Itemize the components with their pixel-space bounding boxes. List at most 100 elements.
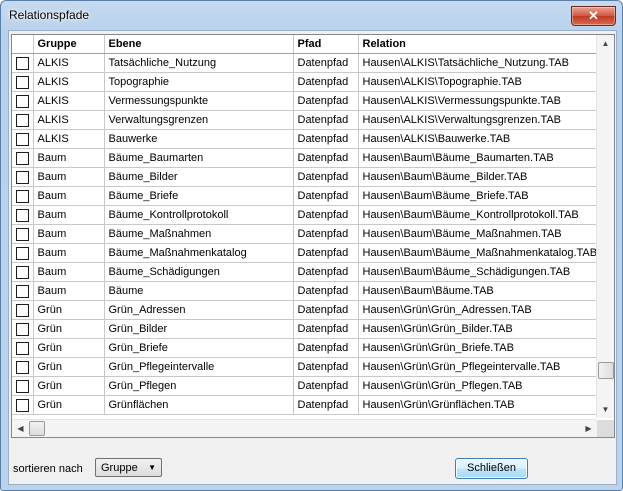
- cell-gruppe: ALKIS: [33, 129, 105, 149]
- cell-pfad: Datenpfad: [293, 129, 359, 149]
- scroll-down-icon[interactable]: ▼: [597, 401, 614, 418]
- row-checkbox[interactable]: [15, 151, 29, 165]
- row-checkbox-cell: [12, 91, 34, 111]
- sort-dropdown-value: Gruppe: [101, 462, 138, 474]
- table-row[interactable]: Baum Bäume_Schädigungen Datenpfad Hausen\Ba…: [12, 262, 603, 282]
- column-header-relation[interactable]: Relation: [358, 35, 603, 54]
- row-checkbox[interactable]: [15, 341, 29, 355]
- cell-pfad: Datenpfad: [293, 262, 359, 282]
- cell-relation: Hausen\Baum\Bäume_Briefe.TAB: [358, 186, 603, 206]
- cell-gruppe: Grün: [33, 357, 105, 377]
- cell-relation: Hausen\Baum\Bäume_Schädigungen.TAB: [358, 262, 603, 282]
- cell-gruppe: Grün: [33, 338, 105, 358]
- cell-pfad: Datenpfad: [293, 300, 359, 320]
- row-checkbox[interactable]: [15, 360, 29, 374]
- scroll-left-icon[interactable]: ◀: [12, 420, 29, 437]
- row-checkbox-cell: [12, 167, 34, 187]
- row-checkbox[interactable]: [15, 75, 29, 89]
- cell-pfad: Datenpfad: [293, 395, 359, 415]
- cell-relation: Hausen\ALKIS\Bauwerke.TAB: [358, 129, 603, 149]
- cell-ebene: Bäume_Bilder: [104, 167, 294, 187]
- column-header-ebene[interactable]: Ebene: [104, 35, 294, 54]
- dialog-client-area: Gruppe Ebene Pfad Relation ALKIS Tatsächl…: [8, 30, 617, 485]
- cell-relation: Hausen\Grün\Grün_Pflegen.TAB: [358, 376, 603, 396]
- row-checkbox[interactable]: [15, 208, 29, 222]
- scroll-right-icon[interactable]: ▶: [580, 420, 597, 437]
- cell-pfad: Datenpfad: [293, 376, 359, 396]
- cell-ebene: Verwaltungsgrenzen: [104, 110, 294, 130]
- row-checkbox[interactable]: [15, 284, 29, 298]
- row-checkbox[interactable]: [15, 398, 29, 412]
- cell-relation: Hausen\ALKIS\Topographie.TAB: [358, 72, 603, 92]
- horizontal-scrollbar[interactable]: ◀ ▶: [12, 419, 597, 437]
- row-checkbox-cell: [12, 300, 34, 320]
- cell-pfad: Datenpfad: [293, 91, 359, 111]
- cell-relation: Hausen\Baum\Bäume.TAB: [358, 281, 603, 301]
- cell-relation: Hausen\Baum\Bäume_Kontrollprotokoll.TAB: [358, 205, 603, 225]
- row-checkbox[interactable]: [15, 94, 29, 108]
- table-row[interactable]: Baum Bäume_Kontrollprotokoll Datenpfad Haus…: [12, 205, 603, 225]
- cell-relation: Hausen\Grün\Grünflächen.TAB: [358, 395, 603, 415]
- cell-ebene: Grün_Briefe: [104, 338, 294, 358]
- table-row[interactable]: Grün Grünflächen Datenpfad Hausen\Grün\Grün…: [12, 395, 603, 415]
- table-row[interactable]: ALKIS Vermessungspunkte Datenpfad Hausen\AL…: [12, 91, 603, 111]
- row-checkbox[interactable]: [15, 322, 29, 336]
- relations-grid: Gruppe Ebene Pfad Relation ALKIS Tatsächl…: [11, 34, 615, 438]
- cell-ebene: Grün_Pflegen: [104, 376, 294, 396]
- cell-ebene: Bäume_Maßnahmen: [104, 224, 294, 244]
- row-checkbox[interactable]: [15, 170, 29, 184]
- row-checkbox[interactable]: [15, 303, 29, 317]
- table-row[interactable]: ALKIS Tatsächliche_Nutzung Datenpfad Hausen…: [12, 53, 603, 73]
- table-row[interactable]: Baum Bäume_Baumarten Datenpfad Hausen\Baum\…: [12, 148, 603, 168]
- cell-relation: Hausen\ALKIS\Tatsächliche_Nutzung.TAB: [358, 53, 603, 73]
- cell-relation: Hausen\ALKIS\Vermessungspunkte.TAB: [358, 91, 603, 111]
- cell-ebene: Tatsächliche_Nutzung: [104, 53, 294, 73]
- scroll-up-icon[interactable]: ▲: [597, 35, 614, 52]
- close-button[interactable]: Schließen: [455, 458, 528, 479]
- table-row[interactable]: Baum Bäume_Maßnahmen Datenpfad Hausen\Baum\…: [12, 224, 603, 244]
- cell-ebene: Bäume_Kontrollprotokoll: [104, 205, 294, 225]
- cell-ebene: Bäume_Baumarten: [104, 148, 294, 168]
- table-row[interactable]: Grün Grün_Adressen Datenpfad Hausen\Grün\Gr…: [12, 300, 603, 320]
- row-checkbox[interactable]: [15, 132, 29, 146]
- table-row[interactable]: Grün Grün_Pflegeintervalle Datenpfad Hausen…: [12, 357, 603, 377]
- row-checkbox-cell: [12, 357, 34, 377]
- row-checkbox-cell: [12, 376, 34, 396]
- vertical-scroll-thumb[interactable]: [598, 362, 614, 379]
- table-row[interactable]: Grün Grün_Briefe Datenpfad Hausen\Grün\Grün…: [12, 338, 603, 358]
- row-checkbox[interactable]: [15, 379, 29, 393]
- cell-pfad: Datenpfad: [293, 319, 359, 339]
- vertical-scrollbar[interactable]: ▲ ▼: [596, 35, 614, 418]
- horizontal-scroll-thumb[interactable]: [29, 421, 45, 436]
- sort-dropdown[interactable]: Gruppe ▼: [95, 458, 162, 477]
- cell-gruppe: Baum: [33, 243, 105, 263]
- cell-gruppe: Baum: [33, 262, 105, 282]
- table-row[interactable]: Baum Bäume_Briefe Datenpfad Hausen\Baum\Bäu…: [12, 186, 603, 206]
- row-checkbox[interactable]: [15, 113, 29, 127]
- cell-gruppe: Baum: [33, 167, 105, 187]
- row-checkbox[interactable]: [15, 246, 29, 260]
- window-close-button[interactable]: ✕: [571, 6, 616, 26]
- relations-table: Gruppe Ebene Pfad Relation ALKIS Tatsächl…: [12, 35, 603, 415]
- row-checkbox-cell: [12, 262, 34, 282]
- table-row[interactable]: Baum Bäume_Maßnahmenkatalog Datenpfad Hause…: [12, 243, 603, 263]
- table-row[interactable]: Baum Bäume Datenpfad Hausen\Baum\Bäume.TAB: [12, 281, 603, 301]
- table-row[interactable]: ALKIS Verwaltungsgrenzen Datenpfad Hausen\A…: [12, 110, 603, 130]
- cell-gruppe: ALKIS: [33, 72, 105, 92]
- row-checkbox[interactable]: [15, 265, 29, 279]
- cell-gruppe: ALKIS: [33, 110, 105, 130]
- table-row[interactable]: Baum Bäume_Bilder Datenpfad Hausen\Baum\Bäu…: [12, 167, 603, 187]
- row-checkbox[interactable]: [15, 189, 29, 203]
- column-header-gruppe[interactable]: Gruppe: [33, 35, 105, 54]
- row-checkbox-cell: [12, 395, 34, 415]
- table-row[interactable]: ALKIS Topographie Datenpfad Hausen\ALKIS\To…: [12, 72, 603, 92]
- row-checkbox[interactable]: [15, 227, 29, 241]
- cell-relation: Hausen\Baum\Bäume_Maßnahmenkatalog.TAB: [358, 243, 603, 263]
- row-checkbox[interactable]: [15, 56, 29, 70]
- row-checkbox-cell: [12, 186, 34, 206]
- column-header-pfad[interactable]: Pfad: [293, 35, 359, 54]
- cell-ebene: Bäume_Schädigungen: [104, 262, 294, 282]
- table-row[interactable]: Grün Grün_Bilder Datenpfad Hausen\Grün\Grün…: [12, 319, 603, 339]
- table-row[interactable]: ALKIS Bauwerke Datenpfad Hausen\ALKIS\Bauwe…: [12, 129, 603, 149]
- table-row[interactable]: Grün Grün_Pflegen Datenpfad Hausen\Grün\Grü…: [12, 376, 603, 396]
